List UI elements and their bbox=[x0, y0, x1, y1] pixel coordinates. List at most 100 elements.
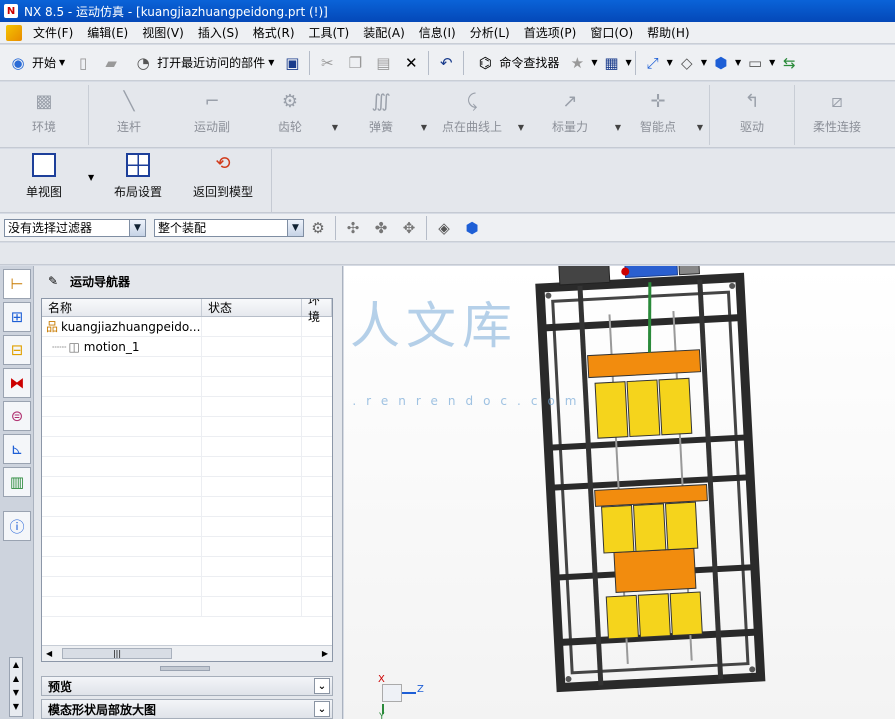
spring-dropdown[interactable]: ▼ bbox=[417, 123, 431, 132]
menu-information[interactable]: 信息(I) bbox=[412, 24, 463, 41]
display-icon[interactable]: ▦ bbox=[601, 52, 623, 74]
scroll-right-icon[interactable]: ▶ bbox=[322, 649, 328, 658]
menu-help[interactable]: 帮助(H) bbox=[640, 24, 696, 41]
joint-button[interactable]: ⌐ 运动副 bbox=[169, 82, 255, 146]
palette-tab[interactable]: ▥ bbox=[3, 467, 31, 497]
scroll-left-icon[interactable]: ◀ bbox=[46, 649, 52, 658]
cut-icon[interactable]: ✂ bbox=[316, 52, 338, 74]
save-icon[interactable]: ▣ bbox=[281, 52, 303, 74]
splitter-handle[interactable] bbox=[160, 666, 210, 671]
column-status[interactable]: 状态 bbox=[202, 299, 302, 316]
driver-button[interactable]: ↰ 驱动 bbox=[710, 82, 794, 146]
orient-view-icon[interactable]: ⬢ bbox=[710, 52, 732, 74]
tree-row[interactable]: 品 kuangjiazhuangpeido... bbox=[42, 317, 332, 337]
assembly-icon: 品 bbox=[46, 320, 59, 334]
preview-panel-title: 预览 bbox=[48, 679, 73, 694]
resource-bar-scroll[interactable]: ▲ ▲ ▼ ▼ bbox=[9, 657, 23, 717]
start-label: 开始 bbox=[32, 56, 57, 70]
tree-row[interactable]: ┄┄ ◫ motion_1 bbox=[42, 337, 332, 357]
pin-icon[interactable]: ✎ bbox=[48, 274, 62, 288]
single-view-dropdown[interactable]: ▼ bbox=[88, 173, 98, 182]
chevron-down-icon[interactable]: ⌄ bbox=[314, 678, 330, 694]
tree-row-empty bbox=[42, 457, 332, 477]
paste-icon[interactable]: ▤ bbox=[372, 52, 394, 74]
layout-settings-button[interactable]: 布局设置 bbox=[98, 149, 178, 200]
background-icon[interactable]: ▭ bbox=[744, 52, 766, 74]
smart-point-label: 智能点 bbox=[639, 120, 676, 134]
reuse-library-tab[interactable]: ⊜ bbox=[3, 401, 31, 431]
graphics-window[interactable]: 人人文库 www.renrendoc.com Z X Y bbox=[344, 266, 895, 719]
assembly-navigator-tab[interactable]: ⊞ bbox=[3, 302, 31, 332]
gear-button[interactable]: ⚙ 齿轮 bbox=[255, 82, 325, 146]
scalar-force-dropdown[interactable]: ▼ bbox=[611, 123, 625, 132]
filter-settings-icon[interactable]: ⚙ bbox=[307, 217, 329, 239]
menu-preferences[interactable]: 首选项(P) bbox=[517, 24, 584, 41]
tree-header: 名称 状态 环境 bbox=[42, 299, 332, 324]
star-icon[interactable]: ★ bbox=[566, 52, 588, 74]
copy-icon[interactable]: ❐ bbox=[344, 52, 366, 74]
scalar-force-button[interactable]: ↗ 标量力 bbox=[529, 82, 611, 146]
menu-analysis[interactable]: 分析(L) bbox=[463, 24, 517, 41]
selection-scope-select[interactable]: 整个装配 ▼ bbox=[154, 218, 304, 237]
recent-parts-label: 打开最近访问的部件 bbox=[157, 56, 266, 70]
title-bar: N NX 8.5 - 运动仿真 - [kuangjiazhuangpeidong… bbox=[0, 0, 895, 22]
select-face-icon[interactable]: ◈ bbox=[433, 217, 455, 239]
return-to-model-icon: ⟲ bbox=[215, 153, 231, 174]
rendering-style-icon[interactable]: ◇ bbox=[676, 52, 698, 74]
mode-shape-panel-header[interactable]: 模态形状局部放大图 ⌄ bbox=[41, 699, 333, 719]
point-on-curve-dropdown[interactable]: ▼ bbox=[513, 123, 529, 132]
menu-tools[interactable]: 工具(T) bbox=[302, 24, 357, 41]
smart-point-button[interactable]: ✛ 智能点 bbox=[625, 82, 691, 146]
type-filter-select[interactable]: 没有选择过滤器 ▼ bbox=[4, 218, 146, 237]
menu-view[interactable]: 视图(V) bbox=[135, 24, 191, 41]
menu-edit[interactable]: 编辑(E) bbox=[80, 24, 135, 41]
link-button[interactable]: ╲ 连杆 bbox=[89, 82, 169, 146]
fit-view-icon[interactable]: ⤢ bbox=[642, 52, 664, 74]
delete-icon[interactable]: ✕ bbox=[400, 52, 422, 74]
point-on-curve-button[interactable]: ⤹ 点在曲线上 bbox=[431, 82, 513, 146]
flexible-link-button[interactable]: ⧄ 柔性连接 bbox=[795, 82, 879, 146]
part-navigator-tab[interactable]: ⧓ bbox=[3, 368, 31, 398]
extra-tool-icon[interactable]: ⇆ bbox=[778, 52, 800, 74]
joint-label: 运动副 bbox=[193, 120, 230, 134]
snap-midpoint-icon[interactable]: ✥ bbox=[398, 217, 420, 239]
snap-point-icon[interactable]: ✣ bbox=[342, 217, 364, 239]
watermark-url: www.renrendoc.com bbox=[344, 394, 587, 408]
command-finder-button[interactable]: ⌬ 命令查找器 bbox=[467, 48, 563, 78]
watermark-logo: 人人文库 bbox=[344, 297, 518, 355]
undo-icon[interactable]: ↶ bbox=[435, 52, 457, 74]
scrollbar-thumb[interactable]: ||| bbox=[62, 648, 172, 659]
start-button[interactable]: ◉ 开始 ▼ bbox=[0, 48, 69, 78]
constraint-navigator-tab[interactable]: ⊟ bbox=[3, 335, 31, 365]
menu-format[interactable]: 格式(R) bbox=[246, 24, 302, 41]
menu-assembly[interactable]: 装配(A) bbox=[356, 24, 412, 41]
start-icon: ◉ bbox=[11, 53, 25, 72]
spring-label: 弹簧 bbox=[368, 120, 393, 134]
history-tab[interactable]: ⊾ bbox=[3, 434, 31, 464]
point-on-curve-icon: ⤹ bbox=[466, 90, 478, 112]
smart-point-dropdown[interactable]: ▼ bbox=[691, 123, 709, 132]
column-name[interactable]: 名称 bbox=[42, 299, 202, 316]
gear-dropdown[interactable]: ▼ bbox=[325, 123, 345, 132]
column-environment[interactable]: 环境 bbox=[302, 299, 332, 324]
menu-file[interactable]: 文件(F) bbox=[26, 24, 80, 41]
snap-endpoint-icon[interactable]: ✤ bbox=[370, 217, 392, 239]
info-tab[interactable]: ⓘ bbox=[3, 511, 31, 541]
chevron-down-icon[interactable]: ⌄ bbox=[314, 701, 330, 717]
new-file-icon[interactable]: ▯ bbox=[72, 52, 94, 74]
menu-window[interactable]: 窗口(O) bbox=[583, 24, 640, 41]
recent-parts-button[interactable]: ◔ 打开最近访问的部件 ▼ bbox=[125, 48, 278, 78]
horizontal-scrollbar[interactable]: ◀ ||| ▶ bbox=[42, 645, 332, 661]
spring-button[interactable]: ∭ 弹簧 bbox=[345, 82, 417, 146]
menu-insert[interactable]: 插入(S) bbox=[191, 24, 246, 41]
single-view-button[interactable]: 单视图 bbox=[0, 149, 88, 200]
environment-button[interactable]: ▩ 环境 bbox=[0, 82, 88, 146]
single-view-label: 单视图 bbox=[25, 185, 62, 199]
preview-panel-header[interactable]: 预览 ⌄ bbox=[41, 676, 333, 696]
motion-navigator-tab[interactable]: ⊢ bbox=[3, 269, 31, 299]
return-to-model-button[interactable]: ⟲ 返回到模型 bbox=[178, 149, 268, 200]
open-folder-icon[interactable]: ▰ bbox=[100, 52, 122, 74]
navigator-title: 运动导航器 bbox=[70, 274, 131, 289]
app-menu-icon[interactable] bbox=[6, 24, 22, 41]
select-body-icon[interactable]: ⬢ bbox=[461, 217, 483, 239]
